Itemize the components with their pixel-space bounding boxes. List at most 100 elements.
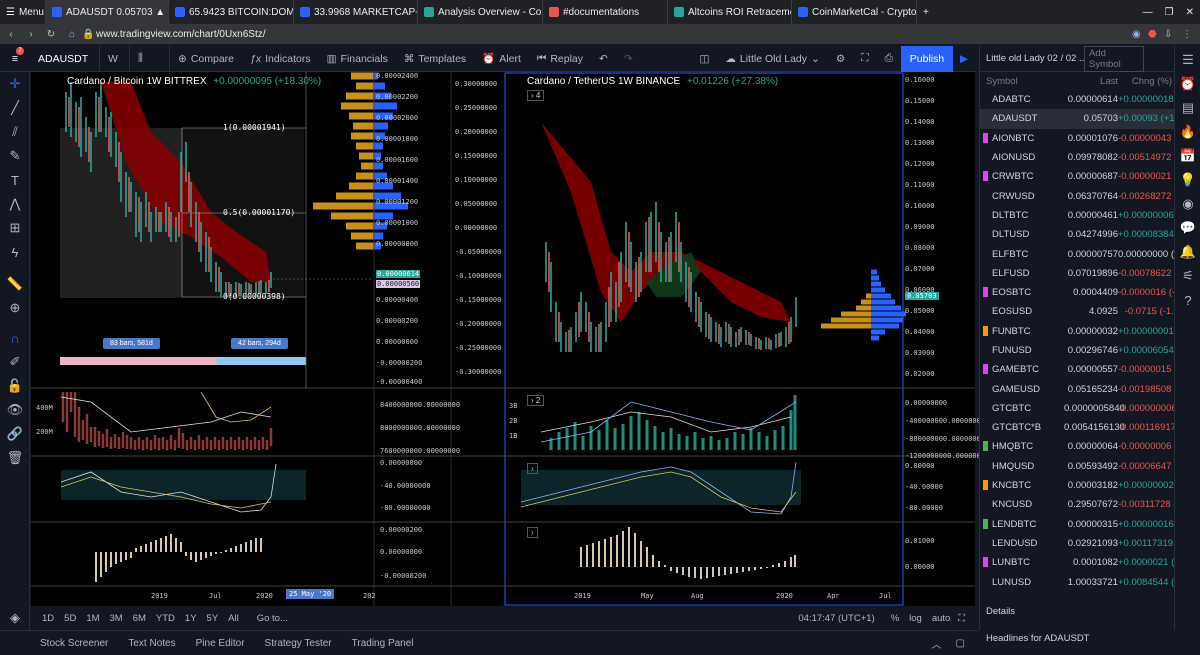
log-scale-toggle[interactable]: log [909, 613, 922, 624]
watchlist-row[interactable]: AIONUSD0.09978082-0.00514972 (-4.91%) [980, 148, 1200, 167]
watchlist-row[interactable]: LUNBTC0.0001082+0.0000021 (+1.98%) [980, 553, 1200, 572]
minimize-icon[interactable]: — [1137, 0, 1159, 24]
layers-icon[interactable]: ◈ [0, 606, 30, 630]
watchlist-row[interactable]: KNCBTC0.00003182+0.00000002 (+0.06%) [980, 476, 1200, 495]
tv-menu-button[interactable]: ≡ 7 [0, 46, 30, 72]
home-icon[interactable]: ⌂ [62, 29, 82, 40]
clock-label[interactable]: 04:17:47 (UTC+1) [798, 613, 874, 624]
timeframe-all[interactable]: All [228, 613, 239, 624]
play-icon[interactable]: ▶ [953, 46, 975, 72]
watchlist-row[interactable]: ELFBTC 0.00000757 0.00000000 (0.00%) [980, 244, 1200, 263]
flag-icon[interactable] [983, 557, 988, 568]
interval-button[interactable]: W [100, 45, 130, 72]
timeframe-1y[interactable]: 1Y [185, 613, 197, 624]
watchlist-icon[interactable]: ☰ [1175, 48, 1200, 72]
dom-icon[interactable]: ⚟ [1175, 264, 1200, 288]
pattern-icon[interactable]: ⋀ [0, 192, 30, 216]
timeframe-1d[interactable]: 1D [42, 613, 54, 624]
layout-name-button[interactable]: ☁ Little Old Lady ⌄ [717, 46, 827, 72]
watchlist-row[interactable]: GTCBTC*B0.0054156130-0.0001169173 (-2.11 [980, 418, 1200, 437]
auto-scale-toggle[interactable]: auto [932, 613, 951, 624]
shapes-icon[interactable]: ϟ [0, 240, 30, 264]
close-window-icon[interactable]: ✕ [1180, 0, 1200, 24]
watchlist-row[interactable]: FUNUSD0.00296746+0.00006054 (+2.08%) [980, 341, 1200, 360]
watchlist-name[interactable]: Little old Lady 02 / 02 ... [986, 53, 1084, 64]
macd-indicator-toggle[interactable]: › [527, 527, 538, 538]
watchlist-row[interactable]: HMQBTC0.00000064-0.00000006 (-8.57%) [980, 437, 1200, 456]
ideas-icon[interactable]: 💡 [1175, 168, 1200, 192]
crosshair-icon[interactable]: ✛ [0, 72, 30, 96]
headlines-label[interactable]: Headlines for ADAUSDT [986, 633, 1089, 644]
redo-icon[interactable]: ↷ [616, 46, 641, 72]
browser-tab[interactable]: CoinMarketCal - Cryptocur [792, 0, 917, 24]
watchlist-row[interactable]: LENDBTC0.00000315+0.00000016 (+5.35%) [980, 515, 1200, 534]
col-header-change[interactable]: Chng (%) [1118, 76, 1172, 87]
oscillator-indicator-toggle[interactable]: › [527, 463, 538, 474]
publish-button[interactable]: Publish [901, 45, 953, 72]
notifications-icon[interactable]: 🔔 [1175, 240, 1200, 264]
watchlist-row[interactable]: GAMEBTC0.00000557-0.00000015 (-2.62%) [980, 360, 1200, 379]
lock-drawing-icon[interactable]: ✐ [0, 350, 30, 374]
reload-icon[interactable]: ↻ [40, 29, 62, 40]
magnet-icon[interactable]: ∩ [0, 326, 30, 350]
extension-icon[interactable]: ◉ [1132, 29, 1148, 40]
link-icon[interactable]: 🔗 [0, 422, 30, 446]
watchlist-row[interactable]: ADAUSDT 0.05703 +0.00093 (+1.66%) [980, 109, 1200, 129]
watchlist-row[interactable]: ELFUSD0.07019896-0.00078622 (-1.11%) [980, 264, 1200, 283]
browser-menu-icon[interactable]: ⋮ [1182, 29, 1200, 40]
flag-icon[interactable] [983, 325, 988, 336]
compare-button[interactable]: ⊕ Compare [170, 46, 242, 72]
add-symbol-input[interactable]: Add Symbol [1084, 45, 1144, 72]
bar-style-icon[interactable]: ⫼ [130, 45, 170, 72]
timeframe-5d[interactable]: 5D [64, 613, 76, 624]
watchlist-row[interactable]: DLTUSD0.04274996+0.00008384 (+0.20%) [980, 225, 1200, 244]
financials-button[interactable]: ▥ Financials [319, 46, 396, 72]
watchlist-row[interactable]: AIONBTC0.00001076-0.00000043 (-3.84%) [980, 129, 1200, 148]
indicators-button[interactable]: ƒx Indicators [242, 46, 319, 72]
col-header-symbol[interactable]: Symbol [980, 76, 1064, 87]
watchlist-row[interactable]: LUNUSD1.00033721+0.0084544 (+0.85%) [980, 572, 1200, 591]
timeframe-1m[interactable]: 1M [86, 613, 99, 624]
watchlist-row[interactable]: FUNBTC0.00000032+0.00000001 (+3.23%) [980, 322, 1200, 341]
back-icon[interactable]: ‹ [0, 29, 22, 40]
browser-tab[interactable]: ADAUSDT 0.05703 ▲ +1.6€ [46, 0, 169, 24]
templates-button[interactable]: ⌘ Templates [396, 46, 474, 72]
flag-icon[interactable] [983, 132, 988, 143]
browser-tab[interactable]: #documentations [543, 0, 668, 24]
timeframe-3m[interactable]: 3M [110, 613, 123, 624]
flag-icon[interactable] [983, 113, 988, 124]
url-field[interactable]: www.tradingview.com/chart/0Uxn6Stz/ [96, 29, 266, 40]
text-tool-icon[interactable]: T [0, 168, 30, 192]
left-chart-legend[interactable]: Cardano / Bitcoin 1W BITTREX +0.00000095… [67, 76, 321, 87]
watchlist-row[interactable]: KNCUSD0.29507672-0.00311728 (-1.05%) [980, 495, 1200, 514]
collapse-panel-icon[interactable]: ︿ [932, 636, 942, 651]
download-icon[interactable]: ⇩ [1164, 29, 1182, 40]
watchlist-row[interactable]: HMQUSD0.00593492-0.00006647 (-1.11%) [980, 457, 1200, 476]
replay-button[interactable]: ⏮ Replay [529, 46, 591, 72]
eye-icon[interactable]: 👁 [0, 398, 30, 422]
percent-scale-toggle[interactable]: % [891, 613, 899, 624]
col-header-last[interactable]: Last [1064, 76, 1118, 87]
watchlist-row[interactable]: DLTBTC0.00000461+0.00000006 (+1.32%) [980, 206, 1200, 225]
calendar-icon[interactable]: 📅 [1175, 144, 1200, 168]
new-tab-button[interactable]: + [917, 0, 937, 24]
flag-icon[interactable] [983, 518, 988, 529]
symbol-search[interactable]: ADAUSDT [30, 45, 100, 72]
trendline-icon[interactable]: ╱ [0, 96, 30, 120]
hotlist-icon[interactable]: 🔥 [1175, 120, 1200, 144]
undo-icon[interactable]: ↶ [591, 46, 616, 72]
volume-indicator-toggle[interactable]: › 2 [527, 395, 545, 406]
watchlist-row[interactable]: ADABTC0.00000614+0.00000018 (+3.02%) [980, 90, 1200, 109]
timeframe-ytd[interactable]: YTD [156, 613, 175, 624]
goto-date-button[interactable]: Go to... [257, 613, 288, 624]
tab-strategy-tester[interactable]: Strategy Tester [255, 638, 342, 649]
browser-tab[interactable]: Analysis Overview - CoinCh [418, 0, 543, 24]
browser-tab[interactable]: 65.9423 BITCOIN:DOMINA [169, 0, 294, 24]
adblock-icon[interactable]: ⬣ [1148, 29, 1164, 40]
chart-area[interactable]: Cardano / Bitcoin 1W BITTREX +0.00000095… [31, 72, 989, 606]
flag-icon[interactable] [983, 286, 988, 297]
watchlist-row[interactable]: CRWUSD0.06370764-0.00268272 (-4.04%) [980, 186, 1200, 205]
forward-icon[interactable]: › [22, 29, 40, 40]
watchlist-row[interactable]: GTCBTC0.0000005840-0.0000000060 (-1.02 [980, 399, 1200, 418]
prediction-icon[interactable]: ⊞ [0, 216, 30, 240]
